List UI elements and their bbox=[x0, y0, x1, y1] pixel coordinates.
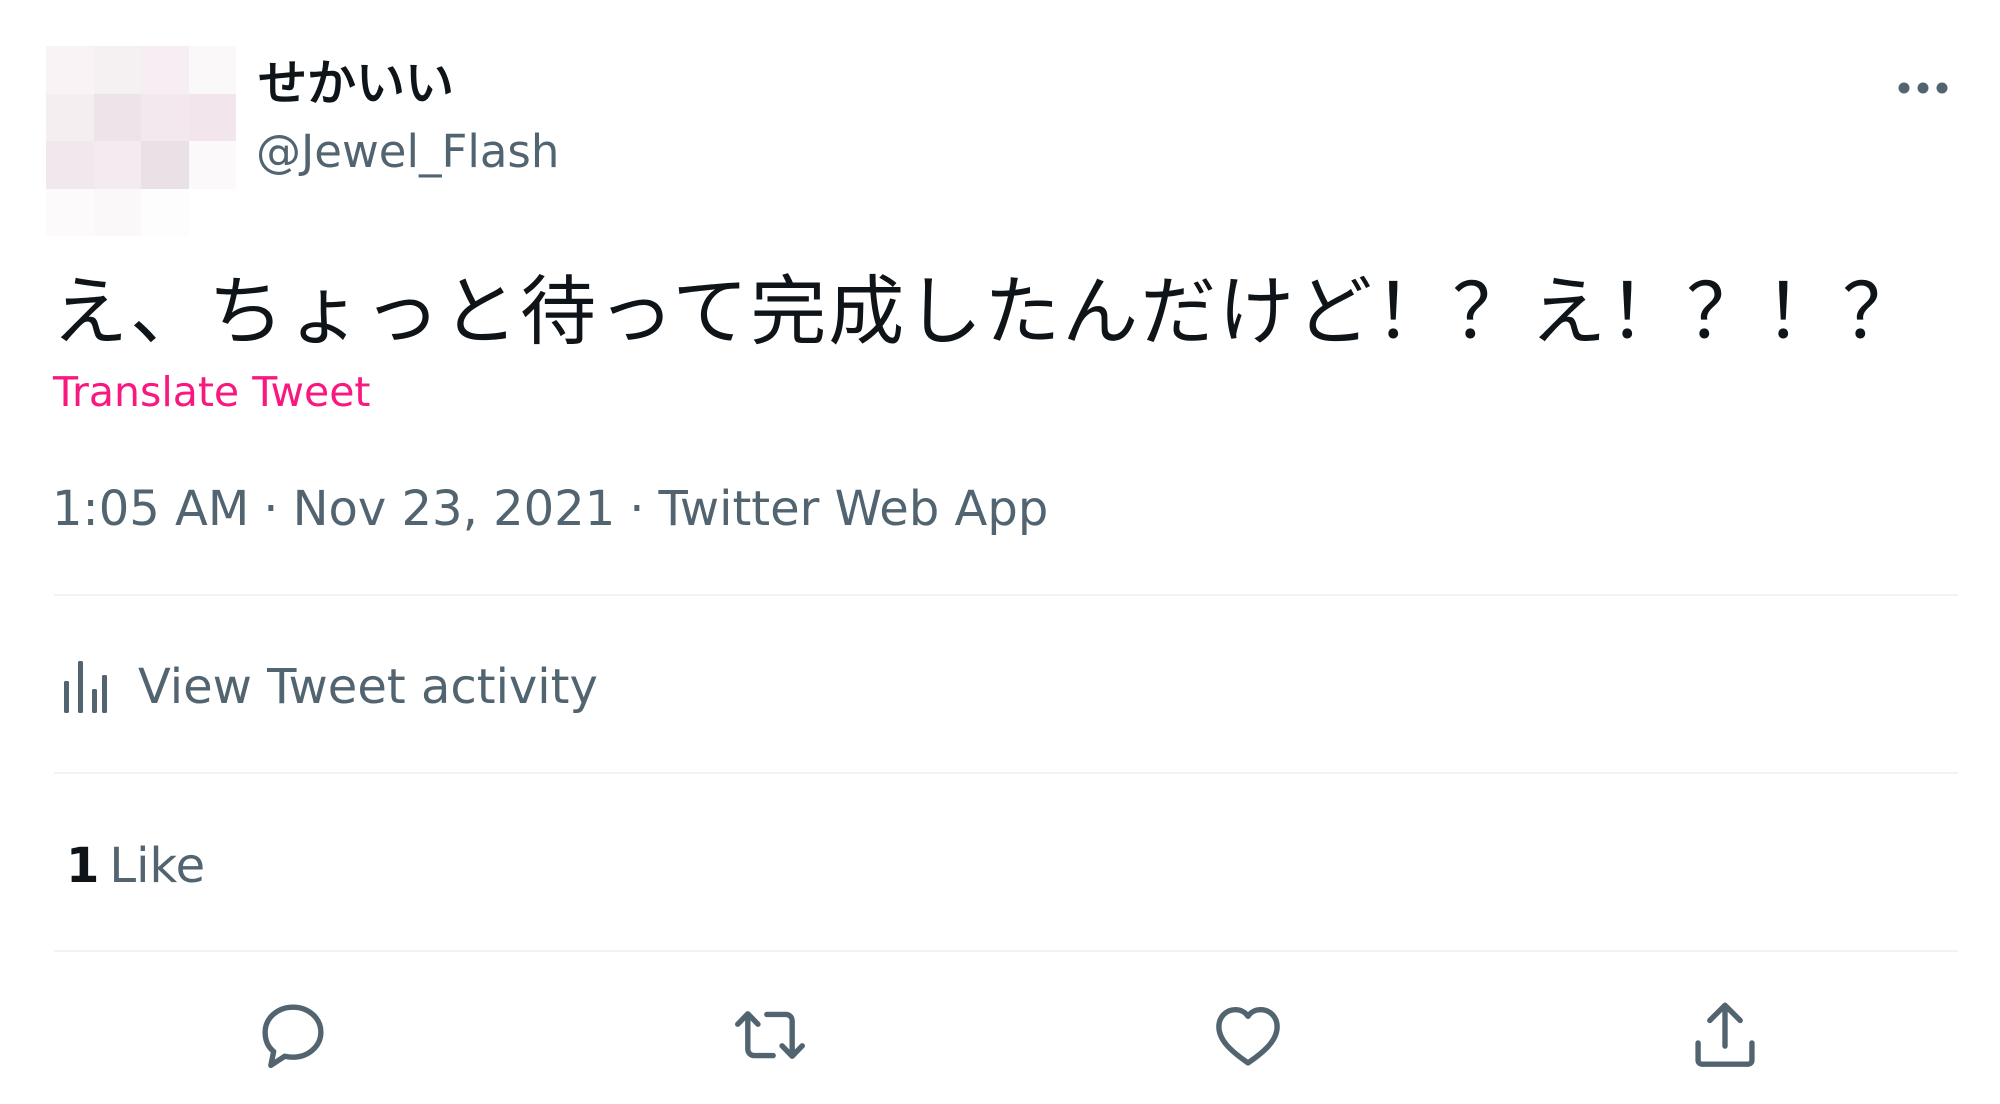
tweet-metadata: 1:05 AM · Nov 23, 2021 · Twitter Web App bbox=[52, 477, 1048, 541]
like-count: 1 bbox=[66, 838, 100, 894]
likes-count-link[interactable]: 1 Like bbox=[66, 834, 205, 898]
tweet-time[interactable]: 1:05 AM bbox=[52, 481, 249, 537]
reply-button[interactable] bbox=[248, 990, 338, 1080]
share-button[interactable] bbox=[1680, 990, 1770, 1080]
separator: · bbox=[629, 481, 645, 537]
retweet-icon bbox=[735, 1011, 805, 1059]
divider bbox=[54, 772, 1958, 774]
reply-icon bbox=[262, 1004, 324, 1069]
activity-label: View Tweet activity bbox=[138, 659, 598, 715]
translate-tweet-link[interactable]: Translate Tweet bbox=[53, 364, 371, 420]
user-handle[interactable]: @Jewel_Flash bbox=[256, 122, 559, 182]
divider bbox=[54, 594, 1958, 596]
tweet-detail: せかいい @Jewel_Flash え、ちょっと待って完成したんだけど！？え！？… bbox=[0, 0, 2000, 1104]
bar-chart-icon bbox=[64, 661, 107, 713]
display-name[interactable]: せかいい bbox=[258, 52, 454, 116]
more-horizontal-icon bbox=[1898, 82, 1948, 94]
divider bbox=[54, 950, 1958, 952]
separator: · bbox=[263, 481, 279, 537]
share-icon bbox=[1695, 1002, 1755, 1067]
more-options-button[interactable] bbox=[1888, 58, 1958, 118]
avatar[interactable] bbox=[46, 46, 236, 236]
tweet-source[interactable]: Twitter Web App bbox=[659, 481, 1049, 537]
tweet-date[interactable]: Nov 23, 2021 bbox=[293, 481, 616, 537]
heart-icon bbox=[1216, 1006, 1280, 1066]
retweet-button[interactable] bbox=[725, 990, 815, 1080]
view-tweet-activity-button[interactable]: View Tweet activity bbox=[60, 652, 598, 722]
like-button[interactable] bbox=[1203, 990, 1293, 1080]
tweet-text: え、ちょっと待って完成したんだけど！？え！？！？ bbox=[52, 267, 1921, 356]
like-label: Like bbox=[109, 838, 206, 894]
